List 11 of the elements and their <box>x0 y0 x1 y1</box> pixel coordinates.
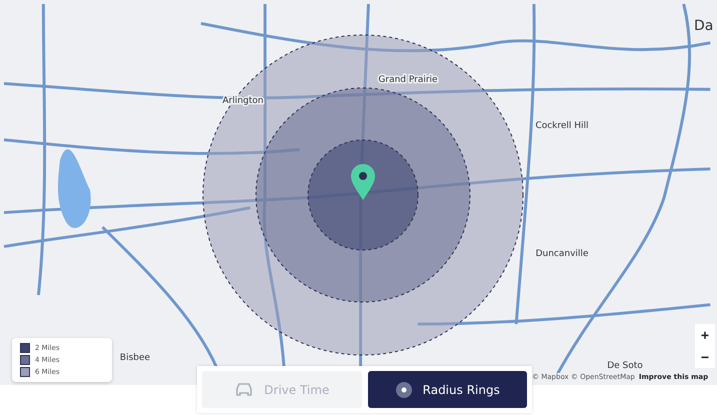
car-icon <box>234 382 254 398</box>
place-label: Duncanville <box>536 249 588 259</box>
place-label: Grand Prairie <box>378 75 438 85</box>
place-label: Arlington <box>222 96 264 106</box>
place-label: Bisbee <box>120 353 150 363</box>
location-pin-icon <box>351 164 375 200</box>
mode-tab[interactable]: Radius Rings <box>368 371 527 408</box>
place-label: Cockrell Hill <box>535 121 589 131</box>
radius-icon <box>394 380 413 398</box>
place-label: Da <box>694 18 714 34</box>
place-label: De Soto <box>607 361 643 371</box>
